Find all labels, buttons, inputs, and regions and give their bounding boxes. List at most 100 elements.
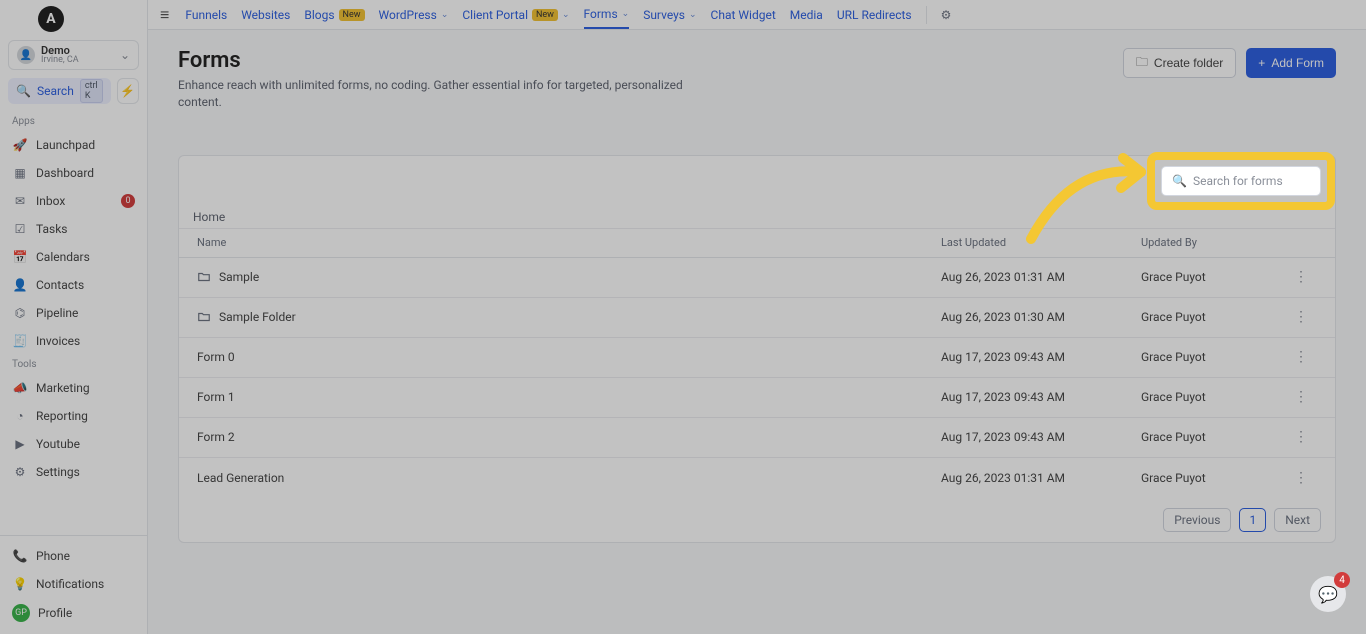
- row-name: Sample Folder: [219, 310, 296, 324]
- row-by: Grace Puyot: [1141, 430, 1281, 444]
- hamburger-icon[interactable]: ≡: [160, 5, 169, 25]
- sidebar-item-tasks[interactable]: ☑ Tasks: [0, 215, 147, 243]
- row-more-icon[interactable]: ⋮: [1281, 470, 1321, 486]
- sidebar-item-settings[interactable]: ⚙ Settings: [0, 458, 147, 486]
- prev-button[interactable]: Previous: [1163, 508, 1231, 532]
- tab-chat-widget[interactable]: Chat Widget: [711, 2, 776, 28]
- tab-wordpress[interactable]: WordPress ⌄: [379, 2, 449, 28]
- row-updated: Aug 26, 2023 01:31 AM: [941, 471, 1141, 485]
- tab-forms[interactable]: Forms ⌄: [584, 1, 630, 29]
- search-forms-input[interactable]: 🔍 Search for forms: [1161, 166, 1321, 196]
- account-selector[interactable]: 👤 Demo Irvine, CA ⌄: [8, 40, 139, 70]
- nav-icon: ✉: [12, 193, 28, 209]
- row-more-icon[interactable]: ⋮: [1281, 389, 1321, 405]
- tab-surveys[interactable]: Surveys ⌄: [643, 2, 696, 28]
- row-more-icon[interactable]: ⋮: [1281, 269, 1321, 285]
- add-form-button[interactable]: + Add Form: [1246, 48, 1336, 78]
- nav-icon: ⚙: [12, 464, 28, 480]
- tab-blogs[interactable]: Blogs New: [304, 2, 364, 28]
- table-row[interactable]: Form 1 Aug 17, 2023 09:43 AM Grace Puyot…: [179, 378, 1335, 418]
- row-updated: Aug 17, 2023 09:43 AM: [941, 430, 1141, 444]
- sidebar-item-pipeline[interactable]: ⌬ Pipeline: [0, 299, 147, 327]
- breadcrumb[interactable]: Home: [179, 206, 1335, 228]
- sidebar-item-phone[interactable]: 📞 Phone: [0, 542, 147, 570]
- add-form-label: Add Form: [1271, 56, 1324, 70]
- nav-icon: 💡: [12, 576, 28, 592]
- nav-icon: 🧾: [12, 333, 28, 349]
- nav-label: Launchpad: [36, 138, 95, 152]
- tab-url-redirects[interactable]: URL Redirects: [837, 2, 912, 28]
- nav-label: Contacts: [36, 278, 84, 292]
- row-name: Lead Generation: [197, 471, 284, 485]
- divider: [926, 6, 927, 24]
- row-more-icon[interactable]: ⋮: [1281, 309, 1321, 325]
- sidebar-item-inbox[interactable]: ✉ Inbox0: [0, 187, 147, 215]
- tab-label: Forms: [584, 7, 618, 21]
- table-row[interactable]: Form 0 Aug 17, 2023 09:43 AM Grace Puyot…: [179, 338, 1335, 378]
- nav-icon: ▶: [12, 436, 28, 452]
- new-badge: New: [339, 9, 365, 21]
- chevron-down-icon: ⌄: [622, 9, 630, 19]
- nav-label: Pipeline: [36, 306, 78, 320]
- col-updated: Last Updated: [941, 236, 1141, 249]
- sidebar-item-contacts[interactable]: 👤 Contacts: [0, 271, 147, 299]
- sidebar-item-youtube[interactable]: ▶ Youtube: [0, 430, 147, 458]
- tab-label: Media: [790, 8, 823, 22]
- create-folder-label: Create folder: [1154, 56, 1223, 70]
- folder-icon: [197, 270, 211, 284]
- nav-icon: ☑: [12, 221, 28, 237]
- nav-icon: 👤: [12, 277, 28, 293]
- search-placeholder: Search for forms: [1193, 174, 1283, 188]
- quick-actions-button[interactable]: ⚡: [117, 78, 139, 104]
- chat-widget[interactable]: 💬 4: [1310, 576, 1346, 612]
- row-name: Form 1: [197, 390, 235, 404]
- nav-label: Invoices: [36, 334, 80, 348]
- global-search[interactable]: 🔍 Search ctrl K: [8, 78, 111, 104]
- sidebar-item-invoices[interactable]: 🧾 Invoices: [0, 327, 147, 355]
- row-by: Grace Puyot: [1141, 350, 1281, 364]
- chevron-down-icon: ⌄: [441, 10, 449, 20]
- section-apps: Apps: [12, 116, 135, 127]
- account-avatar-icon: 👤: [17, 46, 35, 64]
- tab-media[interactable]: Media: [790, 2, 823, 28]
- sidebar-item-marketing[interactable]: 📣 Marketing: [0, 374, 147, 402]
- search-icon: 🔍: [1172, 174, 1187, 188]
- nav-label: Reporting: [36, 409, 88, 423]
- sidebar-item-profile[interactable]: GP Profile: [0, 598, 147, 628]
- sidebar-item-notifications[interactable]: 💡 Notifications: [0, 570, 147, 598]
- chat-icon: 💬: [1318, 585, 1338, 604]
- sidebar-item-dashboard[interactable]: ▦ Dashboard: [0, 159, 147, 187]
- col-name: Name: [193, 236, 941, 249]
- row-more-icon[interactable]: ⋮: [1281, 349, 1321, 365]
- nav-label: Notifications: [36, 577, 104, 591]
- search-shortcut: ctrl K: [80, 79, 103, 103]
- table-row[interactable]: Form 2 Aug 17, 2023 09:43 AM Grace Puyot…: [179, 418, 1335, 458]
- row-by: Grace Puyot: [1141, 270, 1281, 284]
- tab-funnels[interactable]: Funnels: [185, 2, 227, 28]
- tab-label: Chat Widget: [711, 8, 776, 22]
- table-row[interactable]: Lead Generation Aug 26, 2023 01:31 AM Gr…: [179, 458, 1335, 498]
- sidebar-item-launchpad[interactable]: 🚀 Launchpad: [0, 131, 147, 159]
- sidebar-item-reporting[interactable]: ◔ Reporting: [0, 402, 147, 430]
- next-button[interactable]: Next: [1274, 508, 1321, 532]
- col-by: Updated By: [1141, 236, 1281, 249]
- page-number[interactable]: 1: [1239, 508, 1266, 532]
- account-location: Irvine, CA: [41, 56, 79, 65]
- folder-icon: [197, 310, 211, 324]
- row-name: Form 0: [197, 350, 235, 364]
- settings-gear-icon[interactable]: ⚙: [941, 8, 952, 22]
- table-row[interactable]: Sample Folder Aug 26, 2023 01:30 AM Grac…: [179, 298, 1335, 338]
- nav-label: Phone: [36, 549, 70, 563]
- create-folder-button[interactable]: 🗀 Create folder: [1123, 48, 1236, 78]
- search-label: Search: [37, 84, 74, 98]
- nav-label: Tasks: [36, 222, 68, 236]
- tab-websites[interactable]: Websites: [241, 2, 290, 28]
- chevron-down-icon: ⌄: [689, 10, 697, 20]
- nav-icon: ⌬: [12, 305, 28, 321]
- table-row[interactable]: Sample Aug 26, 2023 01:31 AM Grace Puyot…: [179, 258, 1335, 298]
- tab-client-portal[interactable]: Client Portal New ⌄: [462, 2, 569, 28]
- sidebar-item-calendars[interactable]: 📅 Calendars: [0, 243, 147, 271]
- row-by: Grace Puyot: [1141, 390, 1281, 404]
- nav-icon: 🚀: [12, 137, 28, 153]
- row-more-icon[interactable]: ⋮: [1281, 429, 1321, 445]
